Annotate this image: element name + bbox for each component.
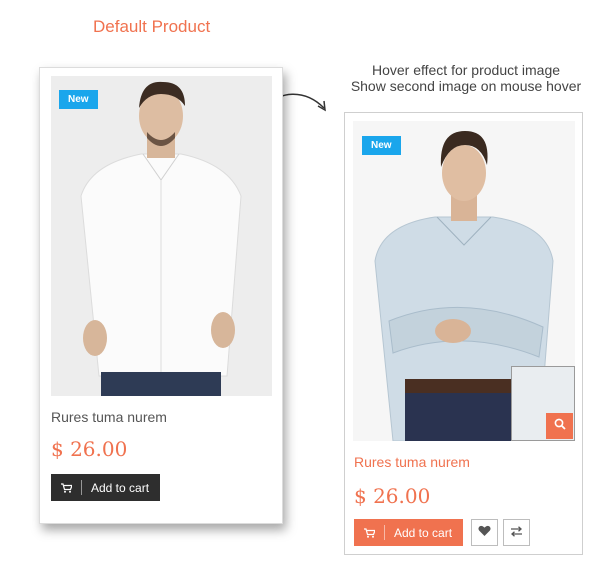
product-title[interactable]: Rures tuma nurem [51, 409, 167, 425]
hover-caption-line-1: Hover effect for product image [371, 62, 561, 78]
white-shirt-model-image [51, 76, 272, 396]
default-product-heading: Default Product [93, 17, 211, 36]
heart-icon [478, 524, 491, 542]
product-price: $ 26.00 [354, 484, 431, 508]
cart-icon [354, 527, 384, 538]
hover-caption-line-2: Show second image on mouse hover [350, 78, 582, 94]
search-icon [554, 417, 566, 435]
compare-button[interactable] [503, 519, 530, 546]
compare-icon [510, 524, 523, 542]
product-image-hover[interactable]: New [353, 121, 575, 441]
default-product-card: New Rures tuma nurem $ 26.00 Add to cart [39, 67, 283, 524]
quick-view-button[interactable] [546, 413, 573, 439]
cart-icon [51, 482, 81, 493]
product-title[interactable]: Rures tuma nurem [354, 454, 470, 470]
new-badge: New [362, 136, 401, 155]
product-price: $ 26.00 [51, 437, 128, 461]
button-divider [384, 525, 385, 540]
product-image[interactable]: New [51, 76, 272, 396]
add-to-cart-label: Add to cart [394, 525, 453, 540]
hover-effect-caption: Hover effect for product image Show seco… [336, 62, 596, 94]
add-to-cart-button[interactable]: Add to cart [354, 519, 463, 546]
new-badge: New [59, 90, 98, 109]
hover-product-card: New Rures tuma nurem $ 26.00 Add to cart [344, 112, 583, 555]
wishlist-button[interactable] [471, 519, 498, 546]
add-to-cart-button[interactable]: Add to cart [51, 474, 160, 501]
add-to-cart-label: Add to cart [91, 480, 150, 495]
button-divider [81, 480, 82, 495]
